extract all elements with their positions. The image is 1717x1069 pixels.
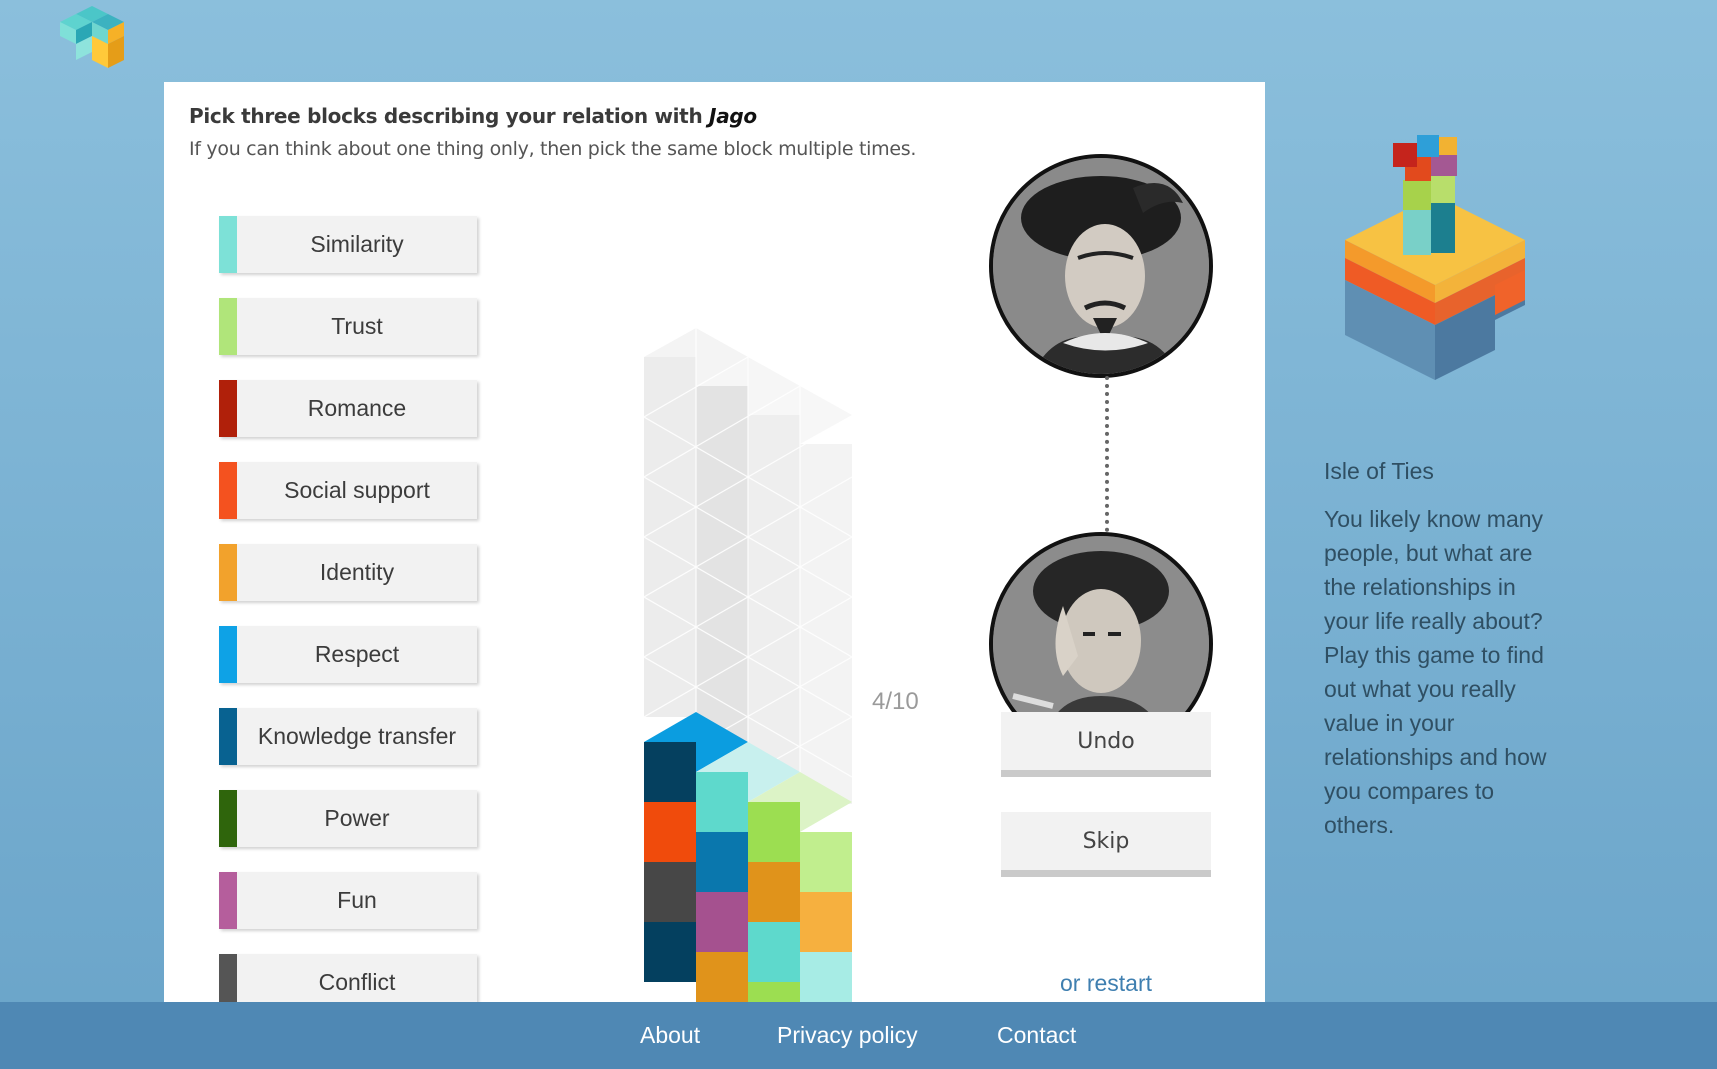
block-button-social-support[interactable]: Social support <box>219 462 477 519</box>
skip-button[interactable]: Skip <box>1001 812 1211 877</box>
block-swatch <box>219 462 237 519</box>
block-label: Conflict <box>318 969 396 995</box>
block-label: Power <box>324 805 390 831</box>
restart-link[interactable]: or restart <box>1001 970 1211 997</box>
block-label: Fun <box>337 887 377 913</box>
block-button-fun[interactable]: Fun <box>219 872 477 929</box>
footer: About Privacy policy Contact <box>0 1002 1717 1069</box>
block-swatch <box>219 708 237 765</box>
undo-button[interactable]: Undo <box>1001 712 1211 777</box>
block-label: Social support <box>284 477 430 503</box>
prompt-lead: Pick three blocks describing your relati… <box>189 104 710 128</box>
block-button-respect[interactable]: Respect <box>219 626 477 683</box>
footer-link-about[interactable]: About <box>640 1022 700 1049</box>
block-button-similarity[interactable]: Similarity <box>219 216 477 273</box>
block-label: Romance <box>307 395 407 421</box>
block-label: Trust <box>331 313 383 339</box>
portrait-other-person <box>989 154 1213 378</box>
block-label: Knowledge transfer <box>257 723 457 749</box>
footer-link-contact[interactable]: Contact <box>997 1022 1076 1049</box>
prompt-person-name: Jago <box>709 104 757 128</box>
block-swatch <box>219 790 237 847</box>
block-label: Similarity <box>310 231 404 257</box>
sidebar-description: You likely know many people, but what ar… <box>1324 506 1547 838</box>
portrait-jago-image <box>993 158 1209 374</box>
block-button-identity[interactable]: Identity <box>219 544 477 601</box>
block-swatch <box>219 626 237 683</box>
relation-connector-line <box>1105 376 1109 532</box>
block-label: Identity <box>319 559 395 585</box>
block-swatch <box>219 298 237 355</box>
block-button-conflict[interactable]: Conflict <box>219 954 477 1002</box>
prompt-subtitle: If you can think about one thing only, t… <box>189 138 917 160</box>
block-button-trust[interactable]: Trust <box>219 298 477 355</box>
block-swatch <box>219 216 237 273</box>
prompt-title: Pick three blocks describing your relati… <box>189 104 757 128</box>
block-swatch <box>219 872 237 929</box>
block-swatch <box>219 380 237 437</box>
relationship-block-tower <box>644 328 853 1002</box>
isle-illustration <box>1345 135 1525 380</box>
block-button-power[interactable]: Power <box>219 790 477 847</box>
sidebar-title: Isle of Ties <box>1324 458 1434 484</box>
block-button-romance[interactable]: Romance <box>219 380 477 437</box>
progress-counter: 4/10 <box>872 688 919 715</box>
block-swatch <box>219 544 237 601</box>
block-label: Respect <box>314 641 400 667</box>
isle-of-ties-logo-icon[interactable] <box>58 6 126 70</box>
block-swatch <box>219 954 237 1002</box>
block-button-knowledge-transfer[interactable]: Knowledge transfer <box>219 708 477 765</box>
footer-link-privacy[interactable]: Privacy policy <box>777 1022 918 1049</box>
game-panel: Pick three blocks describing your relati… <box>164 82 1265 1002</box>
